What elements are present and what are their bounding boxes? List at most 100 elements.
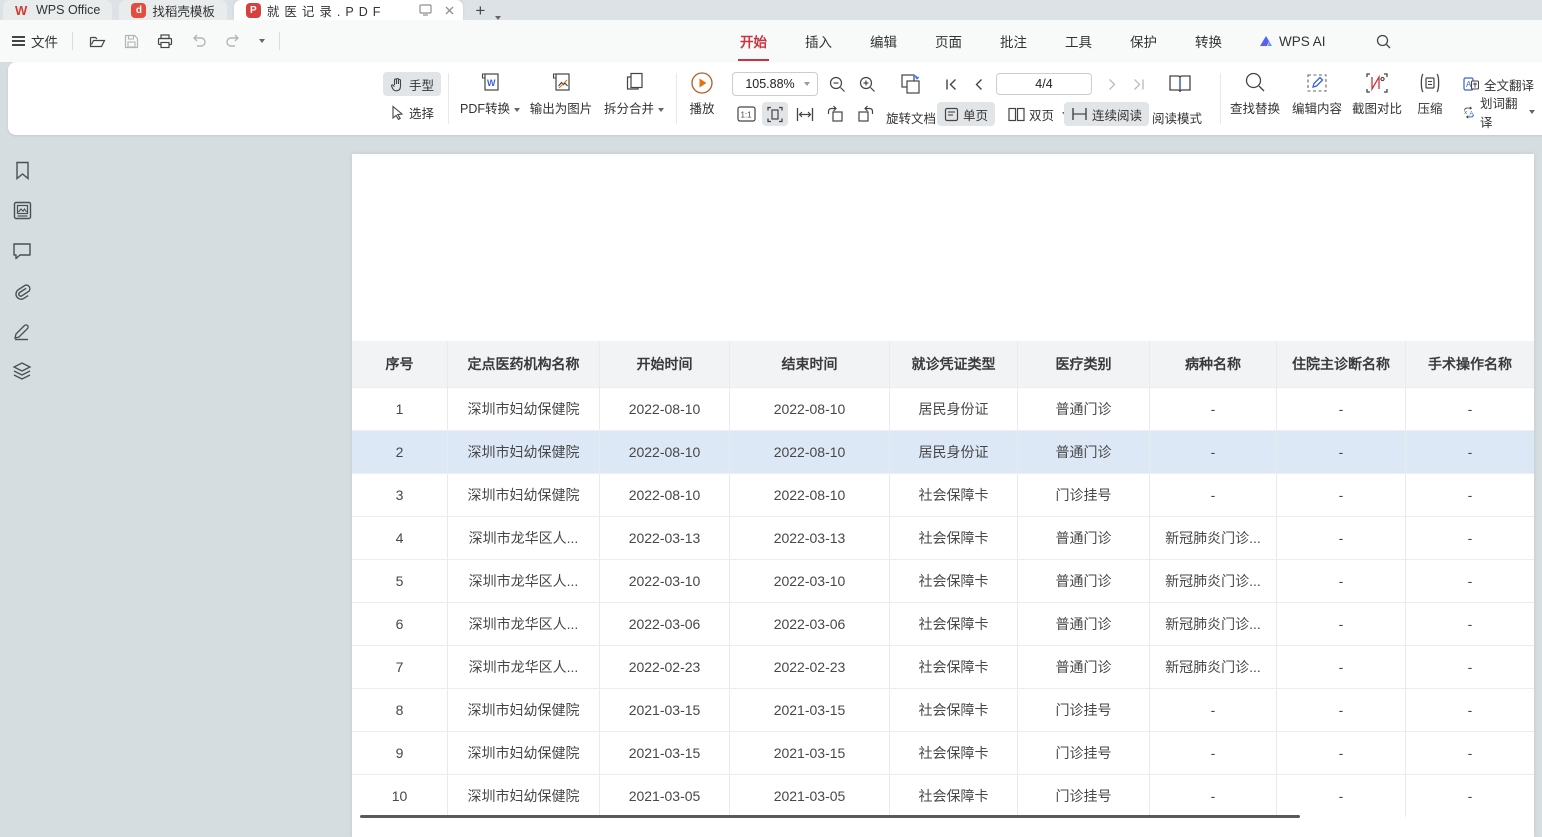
last-page-button[interactable] bbox=[1126, 72, 1150, 96]
zoom-level-control[interactable] bbox=[732, 72, 818, 96]
table-cell: 社会保障卡 bbox=[890, 603, 1018, 645]
left-sidebar bbox=[0, 135, 44, 837]
table-cell: 社会保障卡 bbox=[890, 646, 1018, 688]
table-cell: 新冠肺炎门诊... bbox=[1150, 646, 1277, 688]
table-cell: - bbox=[1150, 474, 1277, 516]
fit-page-button[interactable] bbox=[762, 102, 788, 126]
table-cell: - bbox=[1277, 689, 1406, 731]
split-merge-button[interactable]: 拆分合并 bbox=[598, 71, 670, 117]
edit-content-icon bbox=[1305, 71, 1329, 95]
edit-content-button[interactable]: 编辑内容 bbox=[1286, 71, 1348, 117]
wps-ai-button[interactable]: WPS AI bbox=[1258, 34, 1326, 49]
single-page-button[interactable]: 单页 bbox=[937, 102, 995, 126]
new-tab-button[interactable]: + bbox=[475, 2, 485, 20]
table-header-cell: 序号 bbox=[352, 341, 448, 387]
tab-docer-templates[interactable]: d 找稻壳模板 bbox=[119, 0, 227, 20]
menu-tab-tools[interactable]: 工具 bbox=[1063, 27, 1094, 55]
quickbar-chevron-icon[interactable] bbox=[259, 39, 265, 43]
hand-tool-button[interactable]: 手型 bbox=[383, 72, 441, 96]
thumbnail-panel-icon[interactable] bbox=[11, 199, 34, 222]
fit-width-button[interactable] bbox=[792, 102, 818, 126]
menu-tab-insert[interactable]: 插入 bbox=[803, 27, 834, 55]
screenshot-compare-button[interactable]: 截图对比 bbox=[1346, 71, 1408, 117]
read-mode-icon[interactable] bbox=[1164, 70, 1196, 98]
play-button[interactable]: 播放 bbox=[682, 71, 722, 117]
read-mode-label[interactable]: 阅读模式 bbox=[1152, 108, 1202, 127]
table-cell: 4 bbox=[352, 517, 448, 559]
export-image-button[interactable]: 输出为图片 bbox=[526, 71, 596, 117]
close-tab-icon[interactable] bbox=[444, 5, 455, 16]
docer-icon: d bbox=[131, 3, 146, 18]
chevron-down-icon bbox=[1529, 110, 1535, 114]
hamburger-icon bbox=[12, 34, 25, 49]
zoom-chevron-icon[interactable] bbox=[804, 82, 810, 86]
chevron-down-icon bbox=[514, 108, 520, 112]
table-cell: 社会保障卡 bbox=[890, 732, 1018, 774]
menu-tab-convert[interactable]: 转换 bbox=[1193, 27, 1224, 55]
attachments-panel-icon[interactable] bbox=[11, 279, 34, 302]
table-cell: 深圳市龙华区人... bbox=[448, 560, 600, 602]
document-viewport[interactable]: 序号定点医药机构名称开始时间结束时间就诊凭证类型医疗类别病种名称住院主诊断名称手… bbox=[44, 135, 1542, 837]
redo-icon[interactable] bbox=[223, 31, 243, 51]
file-menu-button[interactable]: 文件 bbox=[12, 31, 58, 51]
zoom-level-input[interactable] bbox=[740, 77, 800, 91]
open-file-icon[interactable] bbox=[87, 31, 107, 51]
menu-tab-comment[interactable]: 批注 bbox=[998, 27, 1029, 55]
enter-read-screen-icon[interactable] bbox=[419, 4, 432, 16]
replace-page-button[interactable] bbox=[894, 70, 926, 98]
zoom-out-button[interactable] bbox=[824, 72, 850, 96]
split-merge-icon bbox=[623, 71, 645, 95]
table-cell: 深圳市妇幼保健院 bbox=[448, 431, 600, 473]
tab-document-active[interactable]: P 就医记录.PDF bbox=[234, 0, 463, 20]
bookmark-panel-icon[interactable] bbox=[11, 159, 34, 182]
undo-icon[interactable] bbox=[189, 31, 209, 51]
next-page-button[interactable] bbox=[1100, 72, 1124, 96]
compress-icon bbox=[1417, 71, 1443, 95]
menu-tab-page[interactable]: 页面 bbox=[933, 27, 964, 55]
page-number-input[interactable] bbox=[1004, 77, 1084, 91]
pdf-convert-label: PDF转换 bbox=[460, 102, 510, 116]
layers-panel-icon[interactable] bbox=[11, 359, 34, 382]
table-row: 5深圳市龙华区人...2022-03-102022-03-10社会保障卡普通门诊… bbox=[352, 559, 1534, 602]
table-cell: - bbox=[1277, 560, 1406, 602]
select-tool-label: 选择 bbox=[409, 103, 434, 122]
play-label: 播放 bbox=[689, 98, 714, 117]
rotate-right-button[interactable] bbox=[852, 102, 878, 126]
select-tool-button[interactable]: 选择 bbox=[383, 100, 441, 124]
continuous-read-button[interactable]: 连续阅读 bbox=[1064, 102, 1149, 126]
file-menu-label: 文件 bbox=[31, 31, 58, 51]
export-image-label: 输出为图片 bbox=[530, 98, 593, 117]
table-cell: - bbox=[1406, 603, 1534, 645]
comments-panel-icon[interactable] bbox=[11, 239, 34, 262]
zoom-in-button[interactable] bbox=[854, 72, 880, 96]
prev-page-button[interactable] bbox=[966, 72, 990, 96]
annotate-pen-icon[interactable] bbox=[11, 319, 34, 342]
table-cell: 2022-08-10 bbox=[600, 431, 730, 473]
tab-wps-office[interactable]: W WPS Office bbox=[3, 0, 112, 20]
table-cell: - bbox=[1150, 732, 1277, 774]
compress-button[interactable]: 压缩 bbox=[1408, 71, 1452, 117]
menu-tab-home[interactable]: 开始 bbox=[738, 27, 769, 55]
menu-tab-protect[interactable]: 保护 bbox=[1128, 27, 1159, 55]
embedded-horizontal-scrollbar[interactable] bbox=[360, 815, 1300, 818]
table-cell: 门诊挂号 bbox=[1018, 732, 1150, 774]
save-icon[interactable] bbox=[121, 31, 141, 51]
compress-label: 压缩 bbox=[1417, 98, 1442, 117]
rotate-left-button[interactable] bbox=[822, 102, 848, 126]
menu-tab-edit[interactable]: 编辑 bbox=[868, 27, 899, 55]
pdf-convert-button[interactable]: W PDF转换 bbox=[454, 71, 526, 117]
first-page-button[interactable] bbox=[939, 72, 963, 96]
table-cell: 2022-02-23 bbox=[730, 646, 890, 688]
word-translate-button[interactable]: Ax 划词翻译 bbox=[1456, 100, 1542, 124]
table-header-cell: 手术操作名称 bbox=[1406, 341, 1534, 387]
table-row: 1深圳市妇幼保健院2022-08-102022-08-10居民身份证普通门诊--… bbox=[352, 387, 1534, 430]
screenshot-compare-label: 截图对比 bbox=[1352, 98, 1402, 117]
menu-search-icon[interactable] bbox=[1376, 34, 1391, 49]
actual-size-button[interactable]: 1:1 bbox=[734, 102, 758, 126]
table-cell: 2021-03-05 bbox=[600, 775, 730, 817]
find-replace-button[interactable]: 查找替换 bbox=[1224, 71, 1286, 117]
table-cell: - bbox=[1406, 388, 1534, 430]
rotate-doc-label[interactable]: 旋转文档 bbox=[886, 108, 936, 127]
page-number-control[interactable] bbox=[996, 73, 1092, 95]
print-icon[interactable] bbox=[155, 31, 175, 51]
